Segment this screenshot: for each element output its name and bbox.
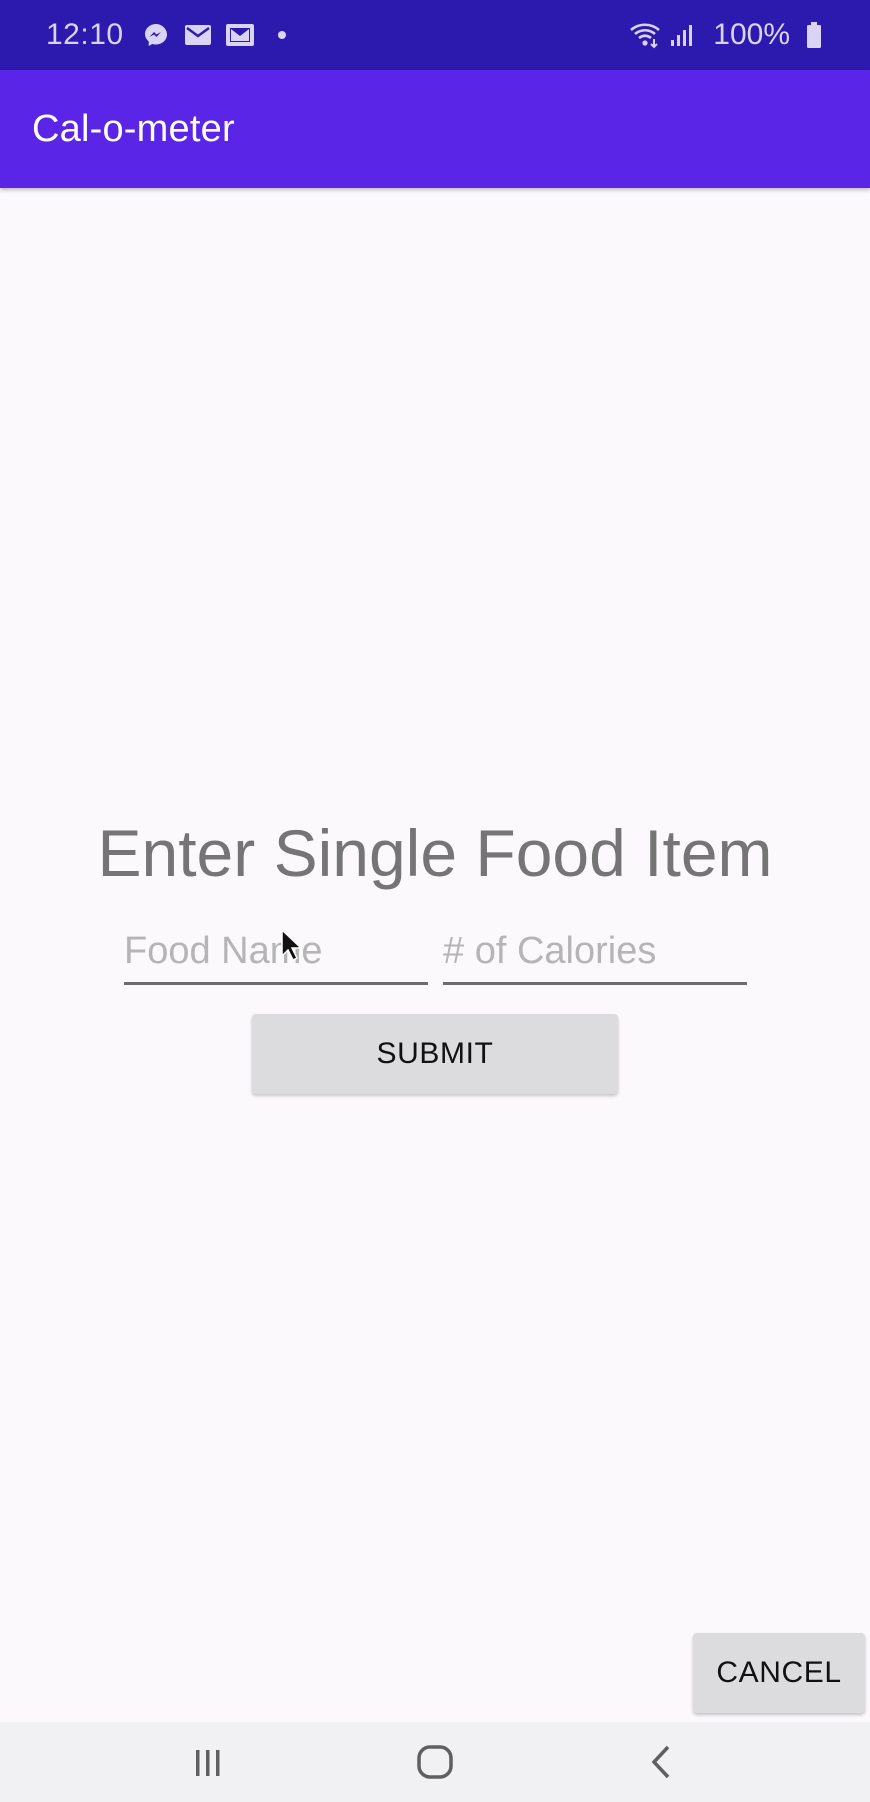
signal-icon [667,19,699,51]
mouse-cursor-icon [281,928,302,962]
battery-percent: 100% [713,18,790,51]
messenger-icon [140,19,172,51]
submit-button[interactable]: SUBMIT [252,1014,618,1094]
wifi-icon [629,19,661,51]
status-right: 100% [629,18,836,52]
page-heading: Enter Single Food Item [97,816,773,890]
mail-icon [182,19,214,51]
app-bar: Cal-o-meter [0,70,870,188]
recents-icon[interactable] [168,1732,248,1792]
app-title: Cal-o-meter [32,107,235,150]
battery-icon [798,19,830,51]
calories-input[interactable] [443,925,747,985]
home-icon[interactable] [395,1732,475,1792]
status-bar: 12:10 100% [0,0,870,70]
dot-icon [266,19,298,51]
food-name-input[interactable] [124,925,428,985]
app-screen: 12:10 100% Cal-o-meter Enter Single Food… [0,0,870,1802]
status-time: 12:10 [46,18,124,51]
gmail-icon [224,19,256,51]
status-left: 12:10 [46,18,308,52]
back-icon[interactable] [622,1732,702,1792]
cancel-button[interactable]: CANCEL [693,1633,865,1713]
system-nav-bar [0,1722,870,1802]
